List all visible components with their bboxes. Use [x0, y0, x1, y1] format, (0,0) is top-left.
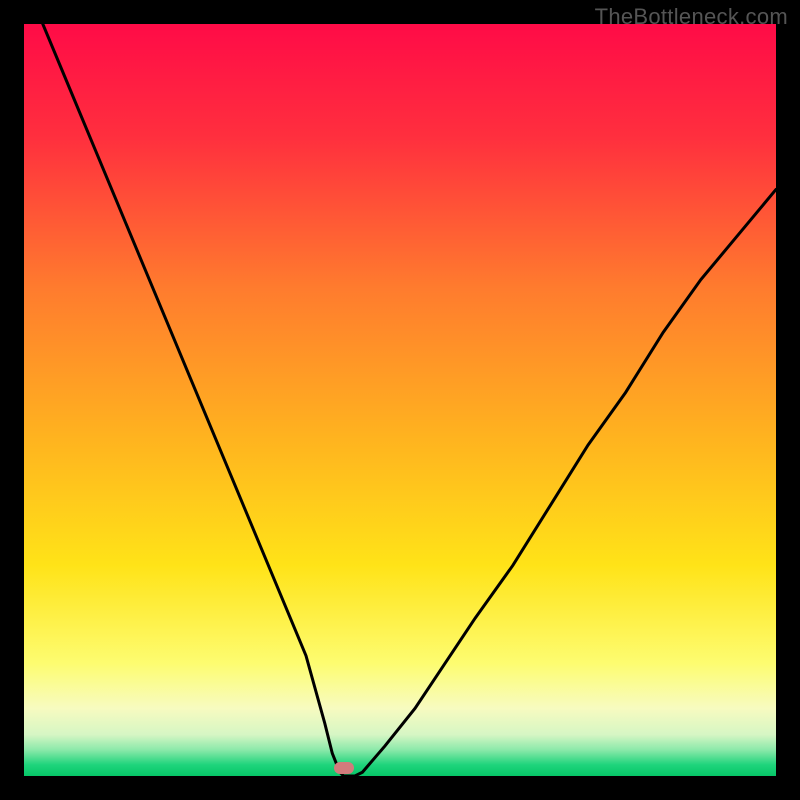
plot-area: [24, 24, 776, 776]
minimum-marker: [334, 762, 354, 774]
chart-container: TheBottleneck.com: [0, 0, 800, 800]
gradient-background: [24, 24, 776, 776]
